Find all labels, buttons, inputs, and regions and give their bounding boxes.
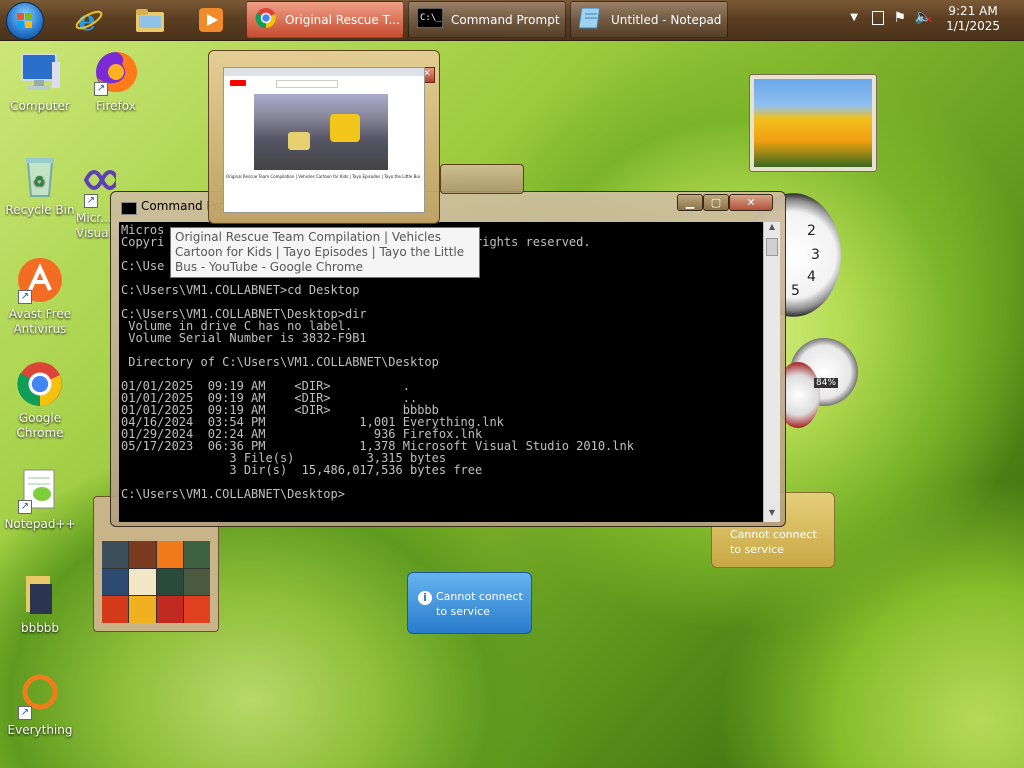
thumbnail-page: Original Rescue Team Compilation | Vehic… [223,67,425,213]
desktop-icon-everything[interactable]: ↗ Everything [0,672,80,738]
taskbar-item-cmd[interactable]: C:\_ Command Prompt [408,1,566,38]
console-line: C:\Users\VM1.COLLABNET\Desktop> [121,487,345,501]
taskbar-item-label: Original Rescue T... [285,12,400,27]
clock-numeral-3: 3 [811,247,820,263]
notepad-thumbnail-edge [440,164,524,194]
close-icon: ✕ [746,196,756,209]
tulips-photo [754,79,872,167]
taskbar-item-notepad[interactable]: Untitled - Notepad [570,1,728,38]
scroll-up-icon[interactable]: ▲ [764,222,780,236]
explorer-pinned-icon[interactable] [133,3,167,37]
thumbnail-tab-strip [224,68,424,76]
recycle-bin-icon: ♻ [16,152,64,200]
weather-gadget[interactable]: i Cannot connect to service [407,572,532,634]
thumbnail-search-bar [276,80,338,88]
firefox-icon: ↗ [92,48,140,96]
cpu-meter-gadget[interactable]: 84% [776,338,858,428]
desktop-icon-chrome[interactable]: Google Chrome [0,360,80,441]
desktop-icon-firefox[interactable]: ↗ Firefox [76,48,156,114]
ie-pinned-icon[interactable]: e [72,3,106,37]
clock-numeral-4: 4 [807,269,816,285]
chrome-thumbnail-preview[interactable]: ✕ Original Rescue Team Compilation | Veh… [208,50,440,224]
desktop-icon-notepadpp[interactable]: ↗ Notepad++ [0,466,80,532]
desktop-icon-label: Avast Free Antivirus [8,307,72,336]
minimize-icon: ▁ [685,196,695,209]
clock[interactable]: 9:21 AM 1/1/2025 [946,4,1000,34]
volume-muted-icon[interactable]: 🔈 ✕ [915,9,933,26]
maximize-icon: ▢ [710,196,722,209]
taskbar: e Original Rescue T... C:\_ Command Prom… [0,0,1024,41]
shortcut-arrow-icon: ↗ [18,500,32,514]
taskbar-item-chrome[interactable]: Original Rescue T... [246,1,404,38]
clock-time: 9:21 AM [948,4,998,18]
youtube-logo-icon [230,80,246,86]
clock-date: 1/1/2025 [946,19,1000,33]
slideshow-gadget[interactable] [749,74,877,172]
info-icon: i [418,591,432,605]
desktop-icon-bbbbb[interactable]: bbbbb [0,570,80,636]
chrome-icon [255,7,277,32]
folder-icon [16,570,64,618]
feed-gadget-message: Cannot connect to service [730,528,817,556]
media-player-pinned-icon[interactable] [194,3,228,37]
computer-icon [16,48,64,96]
console-line: 3 Dir(s) 15,486,017,536 bytes free [121,463,483,477]
puzzle-tiles [102,541,210,623]
weather-gadget-message: Cannot connect to service [436,590,523,618]
windows-logo-icon [17,13,33,29]
console-line: C:\Users\VM1.COLLABNET>cd Desktop [121,283,360,297]
taskbar-tooltip: Original Rescue Team Compilation | Vehic… [170,227,480,278]
taskbar-item-label: Command Prompt [451,12,560,27]
shortcut-arrow-icon: ↗ [84,194,98,208]
desktop-icon-label: bbbbb [20,621,60,635]
notepadpp-icon: ↗ [16,466,64,514]
cmd-icon: C:\_ [416,7,444,31]
desktop-icon-recycle-bin[interactable]: ♻ Recycle Bin [0,152,80,218]
vertical-scrollbar[interactable]: ▲ ▼ [763,222,780,522]
chrome-icon [16,360,64,408]
avast-icon: ↗ [16,256,64,304]
scroll-thumb[interactable] [766,238,778,256]
thumbnail-video [254,94,388,170]
action-center-flag-icon[interactable]: ⚑ [893,10,906,26]
desktop-icon-label: Firefox [96,99,136,113]
desktop-icon-label: Everything [7,723,73,737]
svg-text:C:\_: C:\_ [420,13,442,23]
desktop-icon-avast[interactable]: ↗ Avast Free Antivirus [0,256,80,337]
cmd-window-icon [121,202,137,215]
tray-expand-icon[interactable]: ▼ [850,12,858,23]
notepad-icon [578,6,603,33]
start-button[interactable] [6,2,44,40]
network-icon[interactable] [872,11,884,25]
clock-numeral-2: 2 [807,223,816,239]
desktop-icon-label: Notepad++ [4,517,76,531]
svg-text:♻: ♻ [33,174,46,190]
maximize-button[interactable]: ▢ [703,194,729,211]
cpu-meter-label: 84% [814,378,839,388]
shortcut-arrow-icon: ↗ [18,290,32,304]
taskbar-item-label: Untitled - Notepad [611,12,722,27]
desktop-icon-label: Computer [10,99,70,113]
minimize-button[interactable]: ▁ [677,194,703,211]
console-line: Volume Serial Number is 3832-F9B1 [121,331,367,345]
desktop-icon-computer[interactable]: Computer [0,48,80,114]
scroll-down-icon[interactable]: ▼ [764,508,780,522]
desktop-icon-label: Recycle Bin [5,203,75,217]
everything-icon: ↗ [16,672,64,720]
close-button[interactable]: ✕ [729,194,773,211]
desktop-icon-label: Google Chrome [16,411,64,440]
shortcut-arrow-icon: ↗ [18,706,32,720]
thumbnail-video-title: Original Rescue Team Compilation | Vehic… [226,174,420,179]
shortcut-arrow-icon: ↗ [94,82,108,96]
console-line: Directory of C:\Users\VM1.COLLABNET\Desk… [121,355,439,369]
clock-numeral-5: 5 [791,283,800,299]
